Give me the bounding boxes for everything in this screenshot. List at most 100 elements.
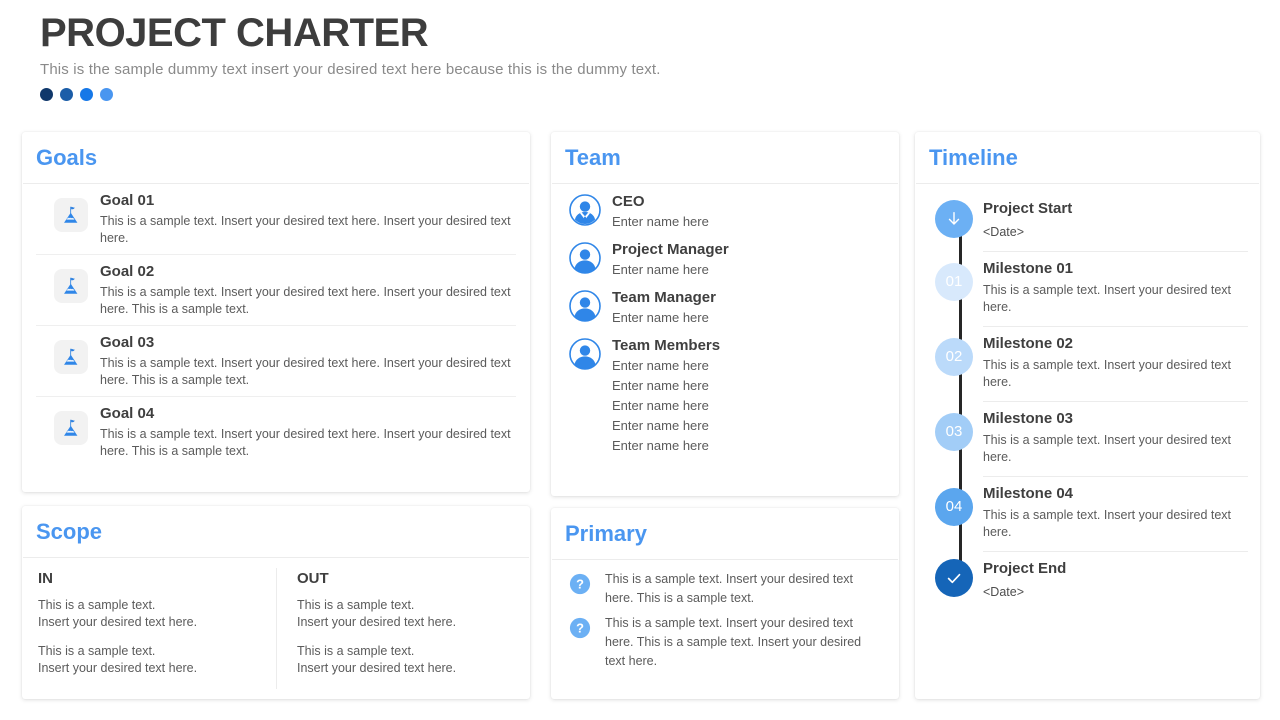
timeline-label: Milestone 01 <box>983 260 1074 277</box>
goal-item[interactable]: Goal 03 This is a sample text. Insert you… <box>36 325 516 396</box>
slide-header: PROJECT CHARTER This is the sample dummy… <box>40 10 1040 101</box>
scope-body: IN This is a sample text. Insert your de… <box>22 558 530 689</box>
primary-title: Primary <box>565 521 647 546</box>
person-icon <box>569 338 601 370</box>
page-subtitle: This is the sample dummy text insert you… <box>40 61 661 78</box>
timeline-badge: 03 <box>935 413 973 451</box>
team-member-name[interactable]: Enter name here <box>612 436 720 456</box>
page-title: PROJECT CHARTER <box>40 11 429 55</box>
scope-in-column: IN This is a sample text. Insert your de… <box>22 568 276 689</box>
timeline-badge: 02 <box>935 338 973 376</box>
mountain-flag-icon <box>64 277 78 294</box>
question-icon: ? <box>569 573 591 595</box>
goals-title: Goals <box>36 145 98 170</box>
team-card: Team CEO Enter name here Project Manager En… <box>551 132 899 496</box>
mountain-flag-icon <box>64 206 78 223</box>
mountain-flag-icon <box>54 269 88 303</box>
timeline-description: This is a sample text. Insert your desir… <box>983 433 1232 464</box>
arrow-down-icon <box>935 200 973 238</box>
person-suit-icon <box>569 194 601 226</box>
timeline-body: Project Start <Date> 01 Milestone 01 This is… <box>915 184 1260 611</box>
goal-name: Goal 04 <box>100 405 155 422</box>
team-member-name[interactable]: Enter name here <box>612 212 709 232</box>
goals-card: Goals Goal 01 This is a sample text. Inse… <box>22 132 530 492</box>
timeline-badge-number: 02 <box>945 348 963 365</box>
goal-name: Goal 03 <box>100 334 155 351</box>
team-member-row[interactable]: Project Manager Enter name here <box>569 240 899 280</box>
timeline-description: This is a sample text. Insert your desir… <box>983 358 1232 389</box>
scope-in-heading: IN <box>38 570 53 587</box>
timeline-item[interactable]: 02 Milestone 02 This is a sample text. Ins… <box>915 326 1260 401</box>
person-icon <box>569 242 601 274</box>
svg-text:?: ? <box>576 621 584 636</box>
dot-2 <box>60 88 73 101</box>
timeline-item[interactable]: 01 Milestone 01 This is a sample text. Ins… <box>915 251 1260 326</box>
dot-1 <box>40 88 53 101</box>
question-icon: ? <box>569 617 591 639</box>
goal-description: This is a sample text. Insert your desir… <box>100 427 511 458</box>
check-icon <box>935 559 973 597</box>
team-member-name[interactable]: Enter name here <box>612 260 729 280</box>
primary-list: ? This is a sample text. Insert your desi… <box>551 560 899 671</box>
timeline-item[interactable]: 03 Milestone 03 This is a sample text. Ins… <box>915 401 1260 476</box>
primary-text: This is a sample text. Insert your desir… <box>605 572 854 605</box>
scope-in-list: This is a sample text. Insert your desir… <box>38 597 260 677</box>
team-member-name[interactable]: Enter name here <box>612 416 720 436</box>
timeline-description: This is a sample text. Insert your desir… <box>983 283 1232 314</box>
timeline-badge-number: 04 <box>945 498 963 515</box>
scope-title: Scope <box>36 519 103 544</box>
timeline-badge-number: 01 <box>945 273 963 290</box>
timeline-card: Timeline Project Start <Date> 01 Milestone … <box>915 132 1260 699</box>
primary-item[interactable]: ? This is a sample text. Insert your desi… <box>569 614 883 671</box>
team-member-row[interactable]: Team Manager Enter name here <box>569 288 899 328</box>
scope-out-column: OUT This is a sample text. Insert your d… <box>276 568 530 689</box>
mountain-flag-icon <box>54 411 88 445</box>
timeline-description: This is a sample text. Insert your desir… <box>983 508 1232 539</box>
timeline-list: Project Start <Date> 01 Milestone 01 This is… <box>915 192 1260 611</box>
svg-text:?: ? <box>576 577 584 592</box>
goals-list: Goal 01 This is a sample text. Insert you… <box>22 184 530 467</box>
scope-line: This is a sample text. Insert your desir… <box>297 598 457 629</box>
timeline-badge: 01 <box>935 263 973 301</box>
question-icon: ? <box>569 573 591 595</box>
team-member-row[interactable]: Team Members Enter name here Enter name he… <box>569 336 899 456</box>
timeline-label: Milestone 02 <box>983 335 1074 352</box>
scope-line: This is a sample text. Insert your desir… <box>38 644 198 675</box>
team-member-name[interactable]: Enter name here <box>612 308 716 328</box>
arrow-down-icon <box>948 212 960 225</box>
team-list: CEO Enter name here Project Manager Enter n… <box>551 184 899 456</box>
timeline-item[interactable]: 04 Milestone 04 This is a sample text. Ins… <box>915 476 1260 551</box>
timeline-item[interactable]: Project End <Date> <box>915 551 1260 611</box>
person-icon <box>569 290 601 322</box>
mountain-flag-icon <box>64 419 78 436</box>
timeline-date[interactable]: <Date> <box>983 584 1248 601</box>
goal-item[interactable]: Goal 04 This is a sample text. Insert you… <box>36 396 516 467</box>
scope-card: Scope IN This is a sample text. Insert y… <box>22 506 530 699</box>
timeline-label: Milestone 03 <box>983 410 1074 427</box>
primary-item[interactable]: ? This is a sample text. Insert your desi… <box>569 570 883 608</box>
team-member-name[interactable]: Enter name here <box>612 396 720 416</box>
goal-item[interactable]: Goal 01 This is a sample text. Insert you… <box>36 184 516 254</box>
team-member-row[interactable]: CEO Enter name here <box>569 192 899 232</box>
timeline-title: Timeline <box>929 145 1018 170</box>
primary-text: This is a sample text. Insert your desir… <box>605 616 862 668</box>
goal-description: This is a sample text. Insert your desir… <box>100 356 511 387</box>
team-member-name[interactable]: Enter name here <box>612 356 720 376</box>
mountain-flag-icon <box>54 340 88 374</box>
timeline-badge-number: 03 <box>945 423 963 440</box>
scope-line: This is a sample text. Insert your desir… <box>297 644 457 675</box>
dot-4 <box>100 88 113 101</box>
dot-3 <box>80 88 93 101</box>
timeline-label: Milestone 04 <box>983 485 1074 502</box>
team-title: Team <box>565 145 621 170</box>
mountain-flag-icon <box>64 348 78 365</box>
timeline-item[interactable]: Project Start <Date> <box>915 192 1260 251</box>
timeline-date[interactable]: <Date> <box>983 224 1248 241</box>
goal-item[interactable]: Goal 02 This is a sample text. Insert you… <box>36 254 516 325</box>
scope-line: This is a sample text. Insert your desir… <box>38 598 198 629</box>
scope-out-heading: OUT <box>297 570 329 587</box>
person-icon <box>569 242 601 274</box>
goal-name: Goal 02 <box>100 263 155 280</box>
goal-description: This is a sample text. Insert your desir… <box>100 214 511 245</box>
team-member-name[interactable]: Enter name here <box>612 376 720 396</box>
